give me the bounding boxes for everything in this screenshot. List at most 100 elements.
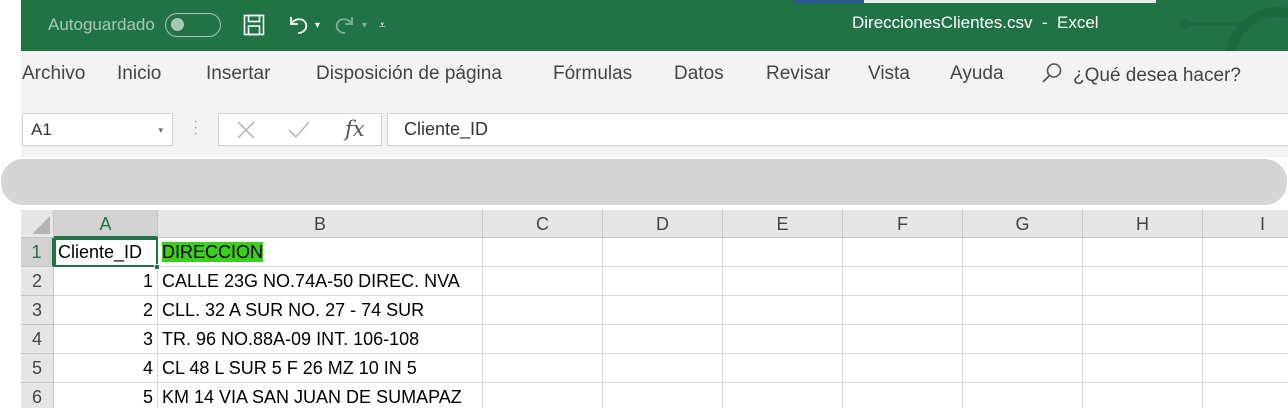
tab-ayuda[interactable]: Ayuda (950, 63, 1004, 85)
cell-i2[interactable] (1203, 267, 1288, 296)
autosave-toggle[interactable] (164, 13, 221, 37)
cell-d1[interactable] (603, 238, 723, 267)
cell-e6[interactable] (723, 383, 843, 408)
cell-i1[interactable] (1203, 238, 1288, 267)
cell-e3[interactable] (723, 296, 843, 325)
cell-g1[interactable] (963, 238, 1083, 267)
column-header-c[interactable]: C (483, 210, 603, 238)
column-header-f[interactable]: F (843, 210, 963, 238)
cell-g4[interactable] (963, 325, 1083, 354)
cell-h2[interactable] (1083, 267, 1203, 296)
cell-a2[interactable]: 1 (54, 267, 158, 296)
formula-input[interactable]: Cliente_ID (387, 113, 1288, 146)
tab-vista[interactable]: Vista (868, 63, 910, 85)
cell-d5[interactable] (603, 354, 723, 383)
cell-c4[interactable] (483, 325, 603, 354)
column-header-i[interactable]: I (1203, 210, 1288, 238)
autosave-label: Autoguardado (48, 15, 155, 34)
tab-revisar[interactable]: Revisar (766, 63, 830, 85)
column-header-e[interactable]: E (723, 210, 843, 238)
row-header-1[interactable]: 1 (21, 238, 54, 267)
row-header-6[interactable]: 6 (21, 383, 54, 408)
tab-datos[interactable]: Datos (674, 63, 724, 85)
undo-dropdown-icon[interactable]: ▾ (315, 20, 320, 31)
column-header-b[interactable]: B (158, 210, 483, 238)
tab-archivo[interactable]: Archivo (22, 63, 85, 85)
cell-d3[interactable] (603, 296, 723, 325)
cell-g5[interactable] (963, 354, 1083, 383)
cell-b2[interactable]: CALLE 23G NO.74A-50 DIREC. NVA (158, 267, 483, 296)
cell-g3[interactable] (963, 296, 1083, 325)
name-box[interactable]: A1 ▾ (22, 113, 173, 146)
cell-e5[interactable] (723, 354, 843, 383)
cell-g6[interactable] (963, 383, 1083, 408)
cell-f3[interactable] (843, 296, 963, 325)
customize-qat-icon[interactable]: ⩡ (379, 18, 386, 33)
cell-c1[interactable] (483, 238, 603, 267)
cell-a5[interactable]: 4 (54, 354, 158, 383)
cell-c3[interactable] (483, 296, 603, 325)
enter-icon[interactable] (287, 118, 311, 146)
cell-h3[interactable] (1083, 296, 1203, 325)
cell-d4[interactable] (603, 325, 723, 354)
row-header-4[interactable]: 4 (21, 325, 54, 354)
ribbon-tabs: Archivo Inicio Insertar Disposición de p… (21, 51, 1288, 97)
cell-i6[interactable] (1203, 383, 1288, 408)
cell-i5[interactable] (1203, 354, 1288, 383)
cell-b3[interactable]: CLL. 32 A SUR NO. 27 - 74 SUR (158, 296, 483, 325)
chevron-down-icon[interactable]: ▾ (158, 125, 163, 136)
redo-dropdown-icon[interactable]: ▾ (362, 20, 367, 31)
cell-f5[interactable] (843, 354, 963, 383)
cell-a3[interactable]: 2 (54, 296, 158, 325)
cell-c2[interactable] (483, 267, 603, 296)
cell-a4[interactable]: 3 (54, 325, 158, 354)
column-header-a[interactable]: A (54, 210, 158, 238)
insert-function-icon[interactable]: fx (345, 117, 365, 141)
cell-e2[interactable] (723, 267, 843, 296)
cell-h1[interactable] (1083, 238, 1203, 267)
tab-formulas[interactable]: Fórmulas (553, 63, 632, 85)
cell-f1[interactable] (843, 238, 963, 267)
cell-b6[interactable]: KM 14 VIA SAN JUAN DE SUMAPAZ (158, 383, 483, 408)
cell-e1[interactable] (723, 238, 843, 267)
cell-b5[interactable]: CL 48 L SUR 5 F 26 MZ 10 IN 5 (158, 354, 483, 383)
cell-f6[interactable] (843, 383, 963, 408)
cell-i3[interactable] (1203, 296, 1288, 325)
tab-insertar[interactable]: Insertar (206, 63, 270, 85)
cell-f2[interactable] (843, 267, 963, 296)
cell-b1[interactable]: DIRECCION (158, 238, 483, 267)
cell-h5[interactable] (1083, 354, 1203, 383)
title-bar: Autoguardado ▾ ▾ ⩡ DireccionesClientes.c… (21, 0, 1288, 51)
row-header-3[interactable]: 3 (21, 296, 54, 325)
resize-handle-icon[interactable]: · · · (193, 114, 198, 142)
tell-me-box[interactable]: ¿Qué desea hacer? (1041, 62, 1241, 89)
select-all-button[interactable] (21, 210, 54, 238)
cell-b4[interactable]: TR. 96 NO.88A-09 INT. 106-108 (158, 325, 483, 354)
tab-inicio[interactable]: Inicio (117, 63, 161, 85)
tell-me-text: ¿Qué desea hacer? (1073, 64, 1241, 86)
cell-h6[interactable] (1083, 383, 1203, 408)
save-icon[interactable] (241, 12, 267, 38)
row-header-2[interactable]: 2 (21, 267, 54, 296)
cell-a1[interactable]: Cliente_ID (54, 238, 158, 267)
cell-c5[interactable] (483, 354, 603, 383)
cell-d6[interactable] (603, 383, 723, 408)
cell-f4[interactable] (843, 325, 963, 354)
column-header-h[interactable]: H (1083, 210, 1203, 238)
cell-i4[interactable] (1203, 325, 1288, 354)
cell-a6[interactable]: 5 (54, 383, 158, 408)
column-header-g[interactable]: G (963, 210, 1083, 238)
cell-g2[interactable] (963, 267, 1083, 296)
undo-icon[interactable] (285, 12, 311, 38)
cell-h4[interactable] (1083, 325, 1203, 354)
redo-icon[interactable] (332, 12, 358, 38)
row-header-5[interactable]: 5 (21, 354, 54, 383)
cell-e4[interactable] (723, 325, 843, 354)
cell-d2[interactable] (603, 267, 723, 296)
cancel-icon[interactable] (236, 118, 256, 146)
formula-value: Cliente_ID (404, 119, 489, 139)
column-header-d[interactable]: D (603, 210, 723, 238)
fill-handle[interactable] (154, 264, 160, 270)
cell-c6[interactable] (483, 383, 603, 408)
tab-disposicion[interactable]: Disposición de página (316, 63, 502, 85)
